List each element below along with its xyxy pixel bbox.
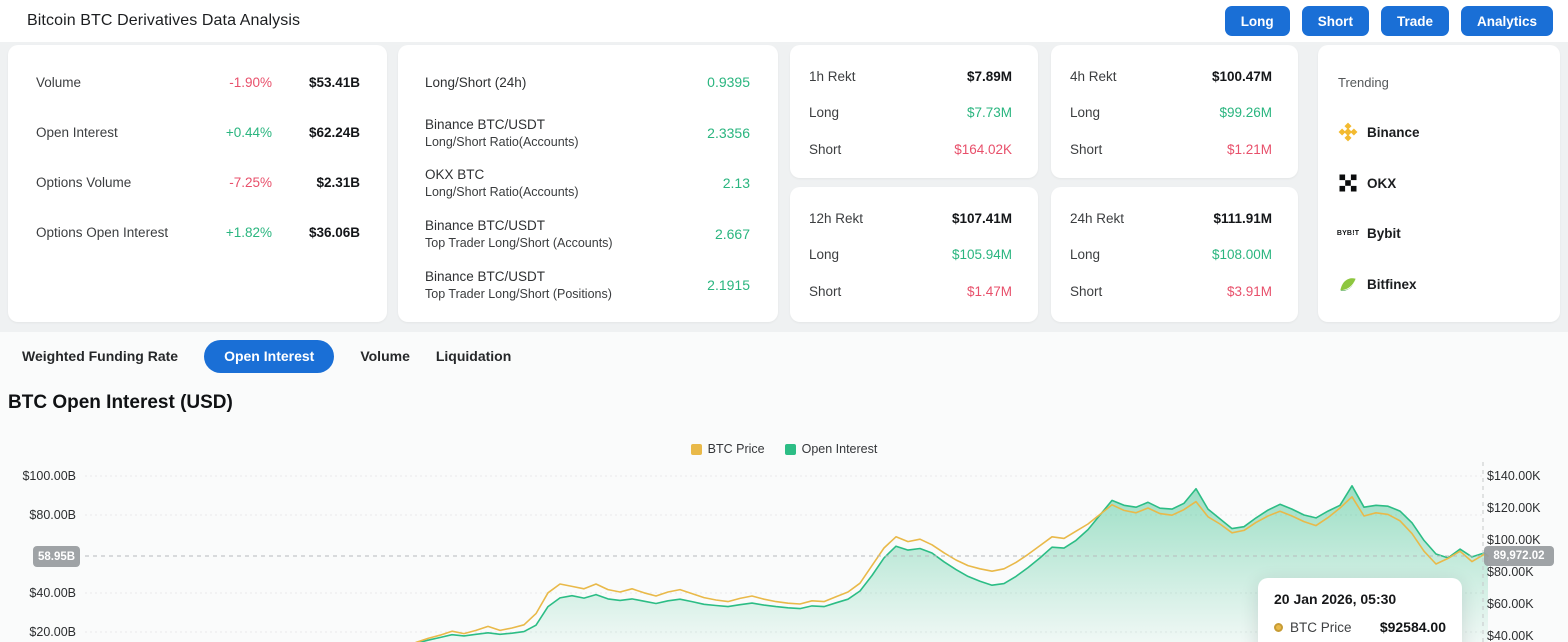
tooltip-series-value: $92584.00 bbox=[1379, 619, 1446, 635]
axis-tick-label: $40.00B bbox=[29, 586, 76, 600]
btc-price-swatch bbox=[690, 443, 702, 455]
derivatives-dashboard: Bitcoin BTC Derivatives Data Analysis Lo… bbox=[0, 0, 1568, 642]
axis-tick-label: $100.00K bbox=[1487, 533, 1541, 547]
header-actions: Long Short Trade Analytics bbox=[1224, 0, 1553, 42]
axis-tick-label: $140.00K bbox=[1487, 469, 1541, 483]
chart-tabs: Weighted Funding Rate Open Interest Volu… bbox=[22, 339, 511, 373]
axis-tick-label: $40.00K bbox=[1487, 629, 1534, 642]
tooltip-series-label: BTC Price bbox=[1290, 619, 1352, 635]
chart-tooltip: 20 Jan 2026, 05:30 BTC Price $92584.00 bbox=[1258, 578, 1462, 642]
legend-item-open-interest[interactable]: Open Interest bbox=[784, 442, 878, 456]
legend-label: Open Interest bbox=[801, 442, 878, 456]
axis-tick-label: $80.00B bbox=[29, 508, 76, 522]
legend-label: BTC Price bbox=[707, 442, 765, 456]
tab-open-interest[interactable]: Open Interest bbox=[204, 339, 335, 373]
tooltip-date: 20 Jan 2026, 05:30 bbox=[1274, 591, 1397, 607]
chart-title: BTC Open Interest (USD) bbox=[8, 392, 233, 413]
tab-volume[interactable]: Volume bbox=[360, 348, 410, 364]
header: Bitcoin BTC Derivatives Data Analysis Lo… bbox=[0, 0, 1568, 42]
page-title: Bitcoin BTC Derivatives Data Analysis bbox=[27, 12, 301, 29]
current-btc-price-badge: 89,972.02 bbox=[1484, 546, 1554, 566]
trade-button[interactable]: Trade bbox=[1380, 6, 1449, 36]
legend-item-btc-price[interactable]: BTC Price bbox=[690, 442, 765, 456]
chart-legend: BTC Price Open Interest bbox=[0, 442, 1568, 456]
axis-tick-label: $20.00B bbox=[29, 625, 76, 639]
short-button[interactable]: Short bbox=[1301, 6, 1369, 36]
axis-tick-label: $80.00K bbox=[1487, 565, 1534, 579]
long-button[interactable]: Long bbox=[1224, 6, 1290, 36]
axis-tick-label: $120.00K bbox=[1487, 501, 1541, 515]
open-interest-swatch bbox=[784, 443, 796, 455]
axis-tick-label: $60.00K bbox=[1487, 597, 1534, 611]
open-interest-chart[interactable] bbox=[0, 0, 1568, 642]
axis-tick-label: $100.00B bbox=[22, 469, 76, 483]
analytics-button[interactable]: Analytics bbox=[1460, 6, 1553, 36]
tooltip-row: BTC Price $92584.00 bbox=[1274, 619, 1446, 635]
btc-price-marker-icon bbox=[1274, 622, 1283, 632]
current-open-interest-badge: 58.95B bbox=[33, 546, 80, 567]
tab-weighted-funding-rate[interactable]: Weighted Funding Rate bbox=[22, 348, 178, 364]
tab-liquidation[interactable]: Liquidation bbox=[436, 348, 511, 364]
